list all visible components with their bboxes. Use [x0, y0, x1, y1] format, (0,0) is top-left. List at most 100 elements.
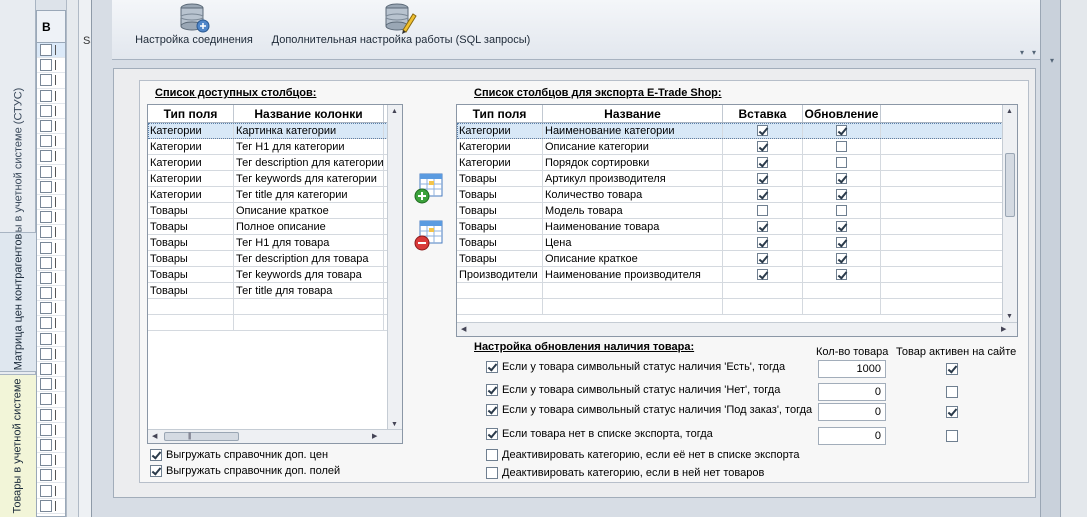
table-row[interactable]: Производители Наименование производителя: [457, 267, 1017, 283]
grid-row[interactable]: [37, 271, 65, 286]
quantity-input[interactable]: 0: [818, 403, 886, 421]
ribbon-expand-icon[interactable]: ▾: [1020, 48, 1024, 57]
scroll-right-icon[interactable]: ▶: [372, 432, 377, 440]
row-checkbox[interactable]: [40, 317, 52, 330]
availability-option[interactable]: Если у товара символьный статус наличия …: [486, 384, 780, 396]
row-checkbox[interactable]: [40, 438, 52, 451]
scroll-thumb[interactable]: [164, 432, 239, 441]
table-row[interactable]: Категории Тег title для категории: [148, 187, 402, 203]
update-checkbox[interactable]: [836, 237, 847, 248]
row-checkbox[interactable]: [40, 89, 52, 102]
horizontal-scrollbar[interactable]: ◀ ▶: [457, 322, 1017, 336]
quantity-input[interactable]: 1000: [818, 360, 886, 378]
table-row[interactable]: Товары Артикул производителя: [457, 171, 1017, 187]
grid-row[interactable]: [37, 468, 65, 484]
table-row[interactable]: Товары Полное описание: [148, 219, 402, 235]
grid-row[interactable]: [37, 377, 65, 393]
grid-row[interactable]: [37, 119, 65, 135]
grid-row[interactable]: [37, 58, 65, 74]
insert-checkbox[interactable]: [757, 173, 768, 184]
grid-row[interactable]: [37, 165, 65, 180]
availability-option[interactable]: Если у товара символьный статус наличия …: [486, 361, 785, 373]
expand-icon[interactable]: ▾: [1050, 56, 1054, 65]
update-checkbox[interactable]: [836, 125, 847, 136]
active-on-site-checkbox[interactable]: [946, 386, 958, 398]
remove-column-button[interactable]: [414, 219, 444, 251]
row-checkbox[interactable]: [40, 241, 52, 254]
deactivate-empty-category-option[interactable]: Деактивировать категорию, если в ней нет…: [486, 467, 764, 479]
grid-row[interactable]: [37, 149, 65, 165]
insert-checkbox[interactable]: [757, 269, 768, 280]
deactivate-missing-category-option[interactable]: Деактивировать категорию, если её нет в …: [486, 449, 800, 461]
row-checkbox[interactable]: [40, 271, 52, 284]
table-row[interactable]: Категории Тег keywords для категории: [148, 171, 402, 187]
grid-row[interactable]: [37, 195, 65, 211]
availability-option[interactable]: Если товара нет в списке экспорта, тогда: [486, 428, 713, 440]
active-on-site-checkbox[interactable]: [946, 363, 958, 375]
add-column-button[interactable]: [414, 172, 444, 204]
row-checkbox[interactable]: [40, 454, 52, 467]
table-row[interactable]: [457, 283, 1017, 299]
row-checkbox[interactable]: [40, 120, 52, 133]
table-row[interactable]: Категории Описание категории: [457, 139, 1017, 155]
update-checkbox[interactable]: [836, 157, 847, 168]
table-row[interactable]: Товары Модель товара: [457, 203, 1017, 219]
grid-row[interactable]: [37, 483, 65, 499]
row-checkbox[interactable]: [40, 363, 52, 376]
insert-checkbox[interactable]: [757, 237, 768, 248]
grid-row[interactable]: [37, 423, 65, 438]
row-checkbox[interactable]: [40, 165, 52, 178]
update-checkbox[interactable]: [836, 173, 847, 184]
grid-row[interactable]: [37, 332, 65, 347]
table-row[interactable]: Категории Картинка категории: [148, 123, 402, 139]
grid-row[interactable]: [37, 301, 65, 317]
active-on-site-checkbox[interactable]: [946, 406, 958, 418]
grid-row[interactable]: [37, 256, 65, 271]
scroll-left-icon[interactable]: ◀: [152, 432, 157, 440]
ribbon-expand-icon[interactable]: ▾: [1032, 48, 1036, 57]
grid-row[interactable]: [37, 210, 65, 226]
row-checkbox[interactable]: [40, 469, 52, 482]
grid-row[interactable]: [37, 134, 65, 150]
scroll-up-icon[interactable]: ▲: [391, 108, 398, 115]
grid-row[interactable]: [37, 286, 65, 302]
availability-option[interactable]: Если у товара символьный статус наличия …: [486, 404, 812, 416]
checkbox[interactable]: [486, 361, 498, 373]
tab-price-matrix[interactable]: Матрица цен контрагентов: [0, 232, 36, 372]
row-checkbox[interactable]: [40, 74, 52, 87]
grid-row[interactable]: [37, 89, 65, 104]
table-row[interactable]: Товары Наименование товара: [457, 219, 1017, 235]
row-checkbox[interactable]: [40, 180, 52, 193]
scroll-up-icon[interactable]: ▲: [1006, 108, 1013, 115]
column-header[interactable]: Название: [543, 105, 723, 122]
grid-row[interactable]: [37, 225, 65, 241]
table-row[interactable]: Категории Порядок сортировки: [457, 155, 1017, 171]
row-checkbox[interactable]: [40, 256, 52, 269]
table-row[interactable]: Товары Описание краткое: [457, 251, 1017, 267]
table-row[interactable]: Товары Тег H1 для товара: [148, 235, 402, 251]
quantity-input[interactable]: 0: [818, 427, 886, 445]
row-checkbox[interactable]: [40, 499, 52, 512]
row-checkbox[interactable]: [40, 393, 52, 406]
insert-checkbox[interactable]: [757, 221, 768, 232]
row-checkbox[interactable]: [40, 44, 52, 57]
scroll-left-icon[interactable]: ◀: [461, 325, 466, 333]
row-checkbox[interactable]: [40, 287, 52, 300]
grid-row[interactable]: [37, 240, 65, 256]
row-checkbox[interactable]: [40, 226, 52, 239]
row-checkbox[interactable]: [40, 135, 52, 148]
column-header[interactable]: Тип поля: [457, 105, 543, 122]
checkbox[interactable]: [150, 449, 162, 461]
grid-row[interactable]: [37, 453, 65, 469]
table-row[interactable]: Категории Тег H1 для категории: [148, 139, 402, 155]
quantity-input[interactable]: 0: [818, 383, 886, 401]
checkbox[interactable]: [486, 467, 498, 479]
grid-row[interactable]: [37, 316, 65, 332]
scroll-thumb[interactable]: [1005, 153, 1015, 217]
row-checkbox[interactable]: [40, 484, 52, 497]
insert-checkbox[interactable]: [757, 189, 768, 200]
table-row[interactable]: Товары Тег title для товара: [148, 283, 402, 299]
table-row[interactable]: Категории Наименование категории: [457, 123, 1017, 139]
column-header[interactable]: Обновление: [803, 105, 881, 122]
update-checkbox[interactable]: [836, 205, 847, 216]
